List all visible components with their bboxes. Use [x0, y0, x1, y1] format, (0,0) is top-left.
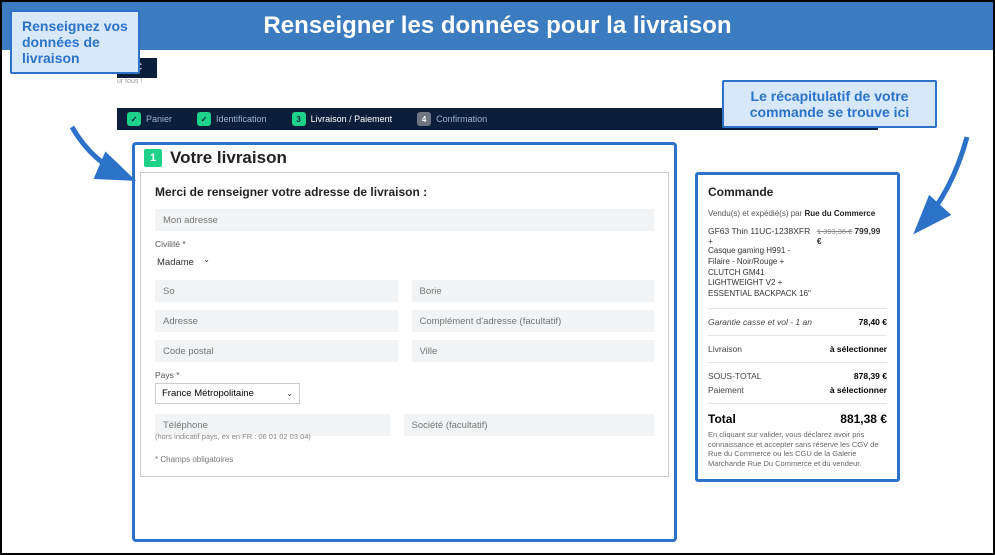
chevron-down-icon: ⌄ [286, 389, 293, 398]
lastname-input[interactable] [412, 280, 655, 302]
postal-input[interactable] [155, 340, 398, 362]
subtotal-row: SOUS-TOTAL 878,39 € [708, 371, 887, 381]
callout-left: Renseignez vos données de livraison [10, 10, 140, 74]
step-identification: ✓ Identification [197, 112, 267, 126]
summary-title: Commande [708, 185, 887, 199]
sold-by-line: Vendu(s) et expédié(s) par Rue du Commer… [708, 209, 887, 218]
country-select[interactable]: France Métropolitaine ⌄ [155, 383, 300, 404]
step-confirmation: 4 Confirmation [417, 112, 487, 126]
address2-input[interactable] [412, 310, 655, 332]
step-livraison: 3 Livraison / Paiement [292, 112, 393, 126]
form-heading: Merci de renseigner votre adresse de liv… [155, 185, 654, 199]
address-input[interactable] [155, 310, 398, 332]
chevron-down-icon: ⌄ [203, 255, 210, 264]
company-input[interactable] [404, 414, 655, 436]
country-label: Pays * [155, 370, 654, 380]
site-logo-subtitle: ur tous ! [117, 78, 142, 85]
page-banner: Renseigner les données pour la livraison [2, 2, 993, 50]
payment-row: Paiement à sélectionner [708, 385, 887, 395]
delivery-form: Merci de renseigner votre adresse de liv… [140, 172, 669, 477]
product-line: GF63 Thin 11UC-1238XFR + 1 393,36 €799,9… [708, 226, 887, 246]
arrow-left-icon [62, 122, 142, 192]
disclaimer-text: En cliquant sur valider, vous déclarez a… [708, 430, 887, 469]
section-title: Votre livraison [170, 148, 287, 168]
check-icon: ✓ [197, 112, 211, 126]
city-input[interactable] [412, 340, 655, 362]
banner-title: Renseigner les données pour la livraison [263, 12, 731, 39]
product-sublines: Casque gaming H991 - Filaire - Noir/Roug… [708, 246, 887, 300]
order-summary: Commande Vendu(s) et expédié(s) par Rue … [695, 172, 900, 482]
callout-right: Le récapitulatif de votre commande se tr… [722, 80, 937, 128]
arrow-right-icon [912, 132, 982, 242]
required-fields-note: * Champs obligatoires [155, 455, 654, 464]
total-row: Total 881,38 € [708, 412, 887, 426]
shipping-row: Livraison à sélectionner [708, 344, 887, 354]
warranty-row: Garantie casse et vol - 1 an 78,40 € [708, 317, 887, 327]
civility-label: Civilité * [155, 239, 654, 249]
address-name-input[interactable] [155, 209, 654, 231]
section-number-badge: 1 [144, 149, 162, 167]
delivery-section-header: 1 Votre livraison [144, 148, 287, 168]
civility-select[interactable]: Madame ⌄ [155, 252, 212, 270]
firstname-input[interactable] [155, 280, 398, 302]
